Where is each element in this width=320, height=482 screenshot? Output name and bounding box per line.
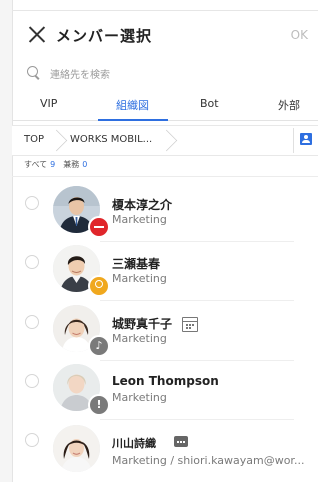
member-dept: Marketing [112,213,167,226]
concurrent-count-label: 兼務 [63,160,80,169]
search-icon [27,66,38,77]
tab-external[interactable]: 外部 [278,97,300,113]
calendar-icon [182,317,198,332]
member-dept: Marketing [112,272,167,285]
select-radio[interactable] [25,255,39,269]
member-row[interactable]: 榎本淳之介 Marketing [12,184,318,242]
select-radio[interactable] [25,196,39,210]
breadcrumb-divider [293,128,294,153]
breadcrumb-works-mobile[interactable]: WORKS MOBIL... [70,134,152,145]
select-radio[interactable] [25,374,39,388]
message-icon [174,436,188,447]
busy-badge [88,216,110,238]
row-divider [100,300,294,301]
page-title: メンバー選択 [56,27,153,45]
concurrent-count-value[interactable]: 0 [82,160,87,169]
breadcrumb-separator [160,126,170,155]
call-badge: ♪ [88,335,110,357]
row-divider [100,241,294,242]
member-name: 榎本淳之介 [112,198,173,212]
all-count-label: すべて [24,160,48,169]
member-row[interactable]: 三瀬基春 Marketing [12,243,318,301]
avatar [53,425,100,472]
select-radio[interactable] [25,433,39,447]
member-row[interactable]: ♪ 城野真千子 Marketing [12,303,318,361]
search-input[interactable]: 連絡先を検索 [50,66,110,81]
close-icon[interactable] [28,25,46,43]
member-name: 川山詩織 [112,437,156,450]
tab-org-chart[interactable]: 組織図 [116,97,149,113]
org-chart-icon[interactable] [300,133,312,145]
member-name: 城野真千子 [112,317,173,331]
select-radio[interactable] [25,315,39,329]
member-name: 三瀬基春 [112,257,161,271]
breadcrumb-separator [50,126,60,155]
member-name: Leon Thompson [112,374,219,388]
row-divider [100,360,294,361]
alert-badge: ! [88,394,110,416]
active-tab-indicator [98,119,168,121]
tab-bar: VIP 組織図 Bot 外部 [12,90,318,121]
row-divider [100,419,294,420]
search-bar[interactable]: 連絡先を検索 [12,59,318,87]
member-dept: Marketing / shiori.kawayam@wor... [112,454,305,467]
ok-button[interactable]: OK [291,28,308,42]
tab-bot[interactable]: Bot [200,97,219,110]
breadcrumb-top[interactable]: TOP [24,134,44,145]
member-row[interactable]: 川山詩織 Marketing / shiori.kawayam@wor... [12,421,318,479]
away-badge [88,275,110,297]
member-dept: Marketing [112,332,167,345]
member-counts: すべて 9 兼務 0 [24,159,95,170]
header: メンバー選択 OK [12,11,318,57]
breadcrumb: TOP WORKS MOBIL... [12,125,318,156]
list-divider [12,176,318,177]
tab-vip[interactable]: VIP [40,97,57,110]
all-count-value[interactable]: 9 [50,160,55,169]
member-row[interactable]: ! Leon Thompson Marketing [12,362,318,420]
member-dept: Marketing [112,391,167,404]
